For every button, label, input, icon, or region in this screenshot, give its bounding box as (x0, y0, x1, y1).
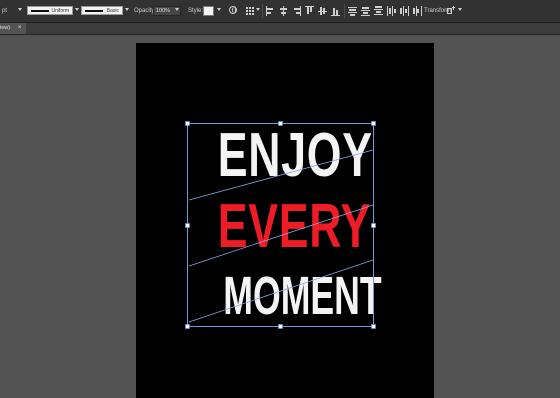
brush-preview-line (85, 10, 103, 12)
vertical-distribute-top-icon[interactable] (348, 6, 357, 16)
brush-definition-label: Basic (106, 8, 119, 14)
variable-width-profile-label: Uniform (51, 8, 69, 14)
recolor-artwork-icon[interactable] (229, 6, 237, 14)
horizontal-distribute-left-icon[interactable] (387, 6, 396, 16)
chevron-down-icon[interactable] (217, 8, 221, 11)
vertical-align-bottom-icon[interactable] (331, 6, 340, 16)
vertical-align-center-icon[interactable] (318, 6, 327, 16)
horizontal-align-center-icon[interactable] (279, 6, 288, 16)
headline-line-moment: MOMENT (223, 266, 382, 326)
graphic-style-swatch[interactable] (203, 6, 214, 16)
horizontal-distribute-center-icon[interactable] (400, 6, 409, 16)
chevron-down-icon[interactable] (75, 8, 79, 11)
vertical-align-top-icon[interactable] (305, 6, 314, 16)
align-grid-icon[interactable] (246, 6, 255, 16)
selected-type-object[interactable]: ENJOY EVERY MOMENT (192, 121, 382, 329)
document-tab-label: iew) (0, 25, 11, 31)
chevron-down-icon[interactable] (175, 8, 179, 11)
vertical-distribute-center-icon[interactable] (361, 6, 370, 16)
separator (262, 4, 263, 18)
unit-label: pt (2, 8, 8, 14)
chevron-down-icon[interactable] (18, 8, 22, 11)
isolate-selected-object-icon[interactable] (447, 6, 456, 16)
separator (344, 4, 345, 18)
vertical-distribute-bottom-icon[interactable] (374, 6, 383, 16)
variable-width-profile-dropdown[interactable]: Uniform (27, 6, 73, 15)
horizontal-align-right-icon[interactable] (292, 6, 301, 16)
stroke-preview-line (31, 10, 49, 12)
horizontal-align-left-icon[interactable] (266, 6, 275, 16)
chevron-down-icon[interactable] (125, 8, 129, 11)
chevron-down-icon[interactable] (256, 8, 260, 11)
headline-line-every: EVERY (217, 192, 372, 261)
horizontal-distribute-right-icon[interactable] (413, 6, 422, 16)
document-tab[interactable]: iew) × (0, 23, 26, 34)
close-icon[interactable]: × (18, 23, 22, 34)
style-label: Style: (188, 8, 204, 14)
document-tab-bar: iew) × (0, 23, 560, 35)
brush-definition-dropdown[interactable]: Basic (81, 6, 123, 15)
control-bar: pt Uniform Basic Opacity: 100% Style: Tr… (0, 0, 560, 23)
chevron-down-icon[interactable] (458, 8, 462, 11)
headline-line-enjoy: ENJOY (217, 121, 373, 190)
